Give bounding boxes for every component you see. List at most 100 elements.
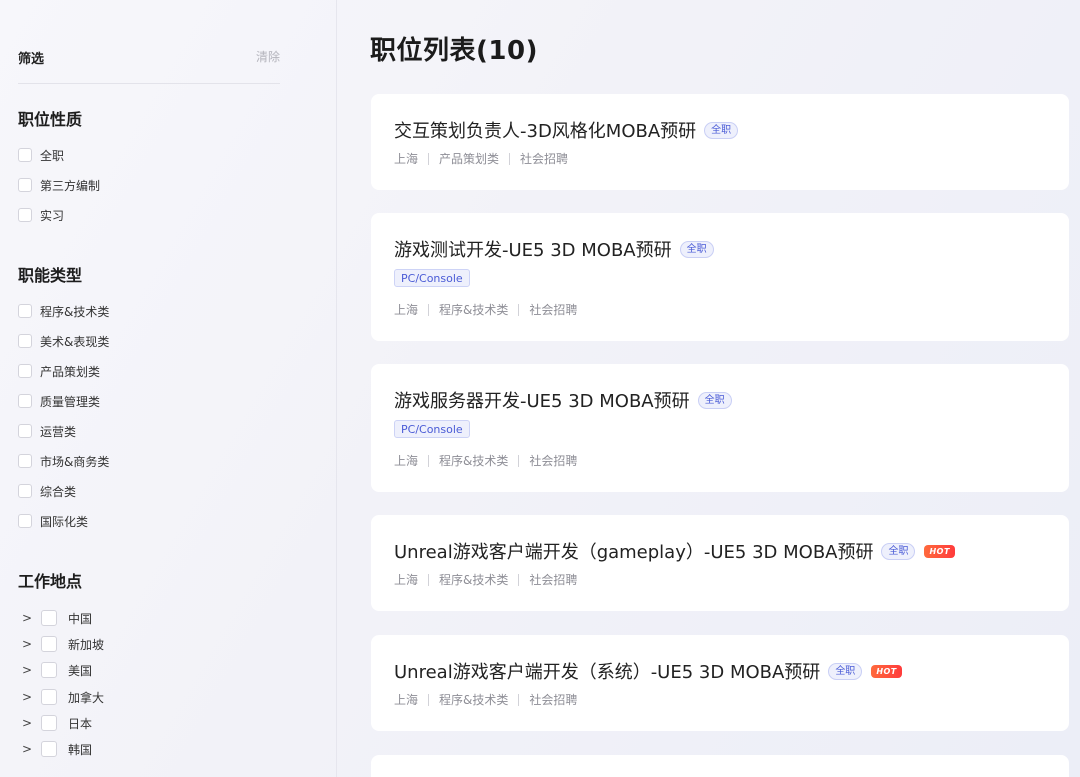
- divider: [428, 573, 430, 586]
- job-meta: 上海 程序&技术类 社会招聘: [394, 571, 1045, 588]
- hot-badge: HOT: [924, 544, 955, 558]
- chevron-right-icon[interactable]: >: [22, 637, 34, 651]
- chevron-right-icon[interactable]: >: [22, 611, 34, 625]
- checkbox[interactable]: [18, 208, 32, 222]
- divider: [509, 152, 511, 165]
- job-city: 上海: [394, 693, 419, 707]
- option-marketing[interactable]: 市场&商务类: [18, 452, 109, 470]
- checkbox[interactable]: [41, 689, 57, 705]
- option-full-time[interactable]: 全职: [18, 146, 64, 164]
- job-recruit-type: 社会招聘: [529, 454, 578, 468]
- section-title-function-type: 职能类型: [18, 266, 83, 285]
- option-product[interactable]: 产品策划类: [18, 362, 100, 380]
- job-city: 上海: [394, 573, 419, 587]
- platform-tag: PC/Console: [394, 269, 470, 287]
- job-card[interactable]: 游戏测试开发-UE5 3D MOBA预研 全职 PC/Console 上海 程序…: [371, 213, 1069, 341]
- location-japan[interactable]: > 日本: [22, 714, 92, 732]
- location-label: 加拿大: [68, 690, 105, 705]
- location-china[interactable]: > 中国: [22, 609, 92, 627]
- option-label: 第三方编制: [40, 178, 101, 193]
- option-third-party[interactable]: 第三方编制: [18, 176, 100, 194]
- job-type-badge: 全职: [704, 121, 739, 139]
- checkbox[interactable]: [18, 454, 32, 468]
- option-label: 国际化类: [40, 514, 89, 529]
- job-type-badge: 全职: [679, 240, 714, 258]
- option-label: 实习: [40, 208, 65, 223]
- chevron-right-icon[interactable]: >: [22, 663, 34, 677]
- job-card[interactable]: 游戏服务器开发-UE5 3D MOBA预研 全职 PC/Console 上海 程…: [371, 364, 1069, 492]
- filter-header: 筛选 清除: [18, 48, 280, 84]
- job-meta: 上海 程序&技术类 社会招聘: [394, 452, 1045, 469]
- job-meta: 上海 程序&技术类 社会招聘: [394, 691, 1045, 708]
- checkbox[interactable]: [18, 334, 32, 348]
- location-korea[interactable]: > 韩国: [22, 740, 92, 758]
- divider: [428, 454, 430, 467]
- location-label: 美国: [68, 663, 93, 678]
- location-canada[interactable]: > 加拿大: [22, 688, 104, 706]
- checkbox[interactable]: [41, 715, 57, 731]
- location-singapore[interactable]: > 新加坡: [22, 635, 104, 653]
- clear-filters-button[interactable]: 清除: [256, 48, 280, 65]
- job-card[interactable]: [371, 755, 1069, 777]
- option-quality[interactable]: 质量管理类: [18, 392, 100, 410]
- option-international[interactable]: 国际化类: [18, 512, 88, 530]
- checkbox[interactable]: [18, 484, 32, 498]
- checkbox[interactable]: [41, 636, 57, 652]
- option-art[interactable]: 美术&表现类: [18, 332, 109, 350]
- checkbox[interactable]: [18, 364, 32, 378]
- job-title[interactable]: 游戏测试开发-UE5 3D MOBA预研: [394, 236, 672, 262]
- job-recruit-type: 社会招聘: [520, 152, 569, 166]
- checkbox[interactable]: [18, 178, 32, 192]
- location-label: 日本: [68, 716, 93, 731]
- job-recruit-type: 社会招聘: [529, 693, 578, 707]
- section-title-job-nature: 职位性质: [18, 110, 83, 129]
- job-city: 上海: [394, 454, 419, 468]
- checkbox[interactable]: [41, 610, 57, 626]
- chevron-right-icon[interactable]: >: [22, 716, 34, 730]
- job-title[interactable]: 交互策划负责人-3D风格化MOBA预研: [394, 117, 696, 143]
- location-label: 中国: [68, 611, 93, 626]
- chevron-right-icon[interactable]: >: [22, 690, 34, 704]
- checkbox[interactable]: [18, 304, 32, 318]
- location-usa[interactable]: > 美国: [22, 661, 92, 679]
- job-meta: 上海 产品策划类 社会招聘: [394, 150, 1045, 167]
- option-label: 质量管理类: [40, 394, 101, 409]
- option-operations[interactable]: 运营类: [18, 422, 76, 440]
- checkbox[interactable]: [18, 148, 32, 162]
- chevron-right-icon[interactable]: >: [22, 742, 34, 756]
- job-title[interactable]: Unreal游戏客户端开发（系统）-UE5 3D MOBA预研: [394, 658, 820, 684]
- section-title-work-location: 工作地点: [18, 572, 83, 591]
- job-card[interactable]: 交互策划负责人-3D风格化MOBA预研 全职 上海 产品策划类 社会招聘: [371, 94, 1069, 190]
- divider: [518, 454, 520, 467]
- option-label: 市场&商务类: [40, 454, 110, 469]
- option-label: 程序&技术类: [40, 304, 110, 319]
- job-card[interactable]: Unreal游戏客户端开发（gameplay）-UE5 3D MOBA预研 全职…: [371, 515, 1069, 611]
- option-label: 全职: [40, 148, 65, 163]
- checkbox[interactable]: [41, 741, 57, 757]
- checkbox[interactable]: [41, 662, 57, 678]
- job-recruit-type: 社会招聘: [529, 303, 578, 317]
- option-general[interactable]: 综合类: [18, 482, 76, 500]
- checkbox[interactable]: [18, 514, 32, 528]
- job-title[interactable]: Unreal游戏客户端开发（gameplay）-UE5 3D MOBA预研: [394, 538, 873, 564]
- job-category: 程序&技术类: [439, 573, 509, 587]
- option-label: 运营类: [40, 424, 77, 439]
- job-card[interactable]: Unreal游戏客户端开发（系统）-UE5 3D MOBA预研 全职 HOT 上…: [371, 635, 1069, 731]
- filter-title: 筛选: [18, 52, 45, 67]
- divider: [518, 693, 520, 706]
- divider: [428, 152, 430, 165]
- divider: [518, 303, 520, 316]
- job-meta: 上海 程序&技术类 社会招聘: [394, 301, 1045, 318]
- job-category: 程序&技术类: [439, 454, 509, 468]
- checkbox[interactable]: [18, 394, 32, 408]
- checkbox[interactable]: [18, 424, 32, 438]
- location-label: 新加坡: [68, 637, 105, 652]
- location-label: 韩国: [68, 742, 93, 757]
- job-recruit-type: 社会招聘: [529, 573, 578, 587]
- option-label: 综合类: [40, 484, 77, 499]
- job-category: 程序&技术类: [439, 693, 509, 707]
- option-tech[interactable]: 程序&技术类: [18, 302, 109, 320]
- option-internship[interactable]: 实习: [18, 206, 64, 224]
- job-city: 上海: [394, 152, 419, 166]
- job-title[interactable]: 游戏服务器开发-UE5 3D MOBA预研: [394, 387, 690, 413]
